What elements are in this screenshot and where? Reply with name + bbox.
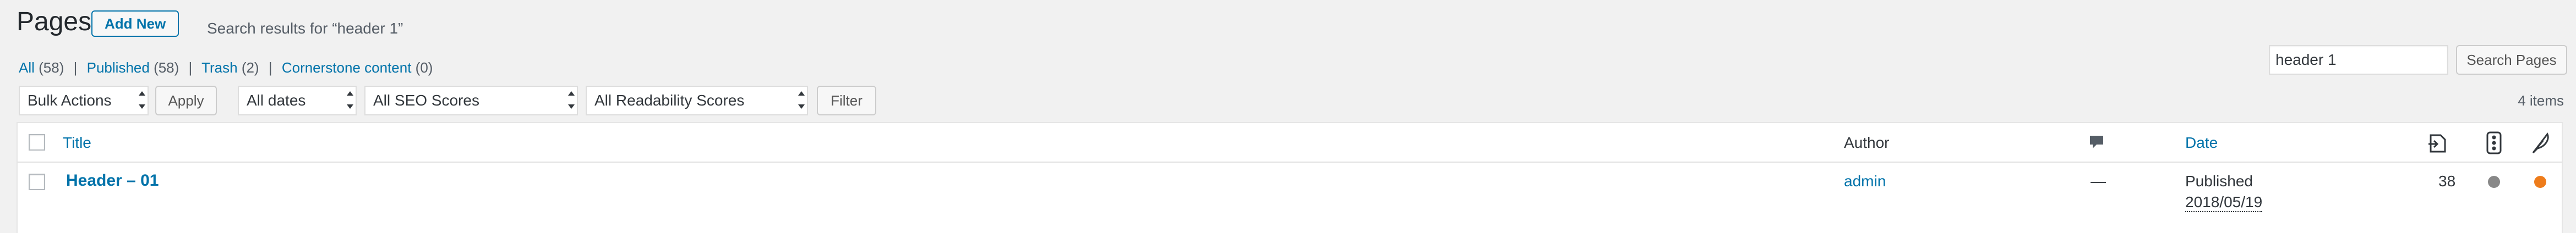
apply-button[interactable]: Apply xyxy=(155,86,217,115)
view-all-link[interactable]: All xyxy=(19,59,35,76)
bulk-actions-select[interactable]: Bulk Actions xyxy=(19,86,149,115)
view-separator: | xyxy=(73,59,78,76)
add-new-button[interactable]: Add New xyxy=(91,10,179,37)
readability-scores-select[interactable]: All Readability Scores xyxy=(586,86,808,115)
search-results-subtitle: Search results for “header 1” xyxy=(207,20,403,37)
column-title-header[interactable]: Title xyxy=(63,134,91,152)
seo-scores-select[interactable]: All SEO Scores xyxy=(364,86,578,115)
row-title-link[interactable]: Header – 01 xyxy=(66,171,159,190)
readability-scores-value: All Readability Scores xyxy=(594,92,745,109)
dates-value: All dates xyxy=(247,92,306,109)
view-published-link[interactable]: Published xyxy=(87,59,150,76)
search-pages-button[interactable]: Search Pages xyxy=(2456,45,2567,75)
view-published-count: (58) xyxy=(154,59,179,76)
page-title: Pages xyxy=(17,7,92,36)
filter-button[interactable]: Filter xyxy=(817,86,876,115)
column-author-header: Author xyxy=(1844,134,1890,151)
feather-icon xyxy=(2532,132,2549,154)
view-trash-count: (2) xyxy=(241,59,259,76)
view-filters: All (58) | Published (58) | Trash (2) | … xyxy=(19,59,433,76)
row-author-link[interactable]: admin xyxy=(1844,173,1886,190)
column-date-header[interactable]: Date xyxy=(2185,134,2218,152)
view-trash-link[interactable]: Trash xyxy=(201,59,238,76)
outgoing-links-icon xyxy=(2428,134,2446,153)
row-comments: — xyxy=(2091,173,2106,190)
seo-scores-value: All SEO Scores xyxy=(373,92,479,109)
row-date: 2018/05/19 xyxy=(2185,193,2263,212)
pages-table: Title Author Date Header – 01 admin — Pu… xyxy=(17,122,2563,233)
traffic-light-icon xyxy=(2486,131,2502,154)
seo-score-dot xyxy=(2534,176,2546,188)
view-all-count: (58) xyxy=(39,59,64,76)
dates-select[interactable]: All dates xyxy=(238,86,357,115)
items-count: 4 items xyxy=(2518,92,2564,109)
view-cornerstone-link[interactable]: Cornerstone content xyxy=(282,59,412,76)
bulk-actions-value: Bulk Actions xyxy=(28,92,112,109)
select-all-checkbox[interactable] xyxy=(29,134,45,151)
view-separator: | xyxy=(188,59,193,76)
view-cornerstone-count: (0) xyxy=(415,59,433,76)
comment-bubble-icon xyxy=(2090,136,2103,148)
row-links-count: 38 xyxy=(2438,173,2456,190)
row-status: Published xyxy=(2185,173,2253,190)
row-checkbox[interactable] xyxy=(29,174,45,190)
table-header: Title Author Date xyxy=(18,123,2562,163)
search-input[interactable] xyxy=(2269,45,2448,75)
view-separator: | xyxy=(268,59,272,76)
readability-score-dot xyxy=(2488,176,2500,188)
